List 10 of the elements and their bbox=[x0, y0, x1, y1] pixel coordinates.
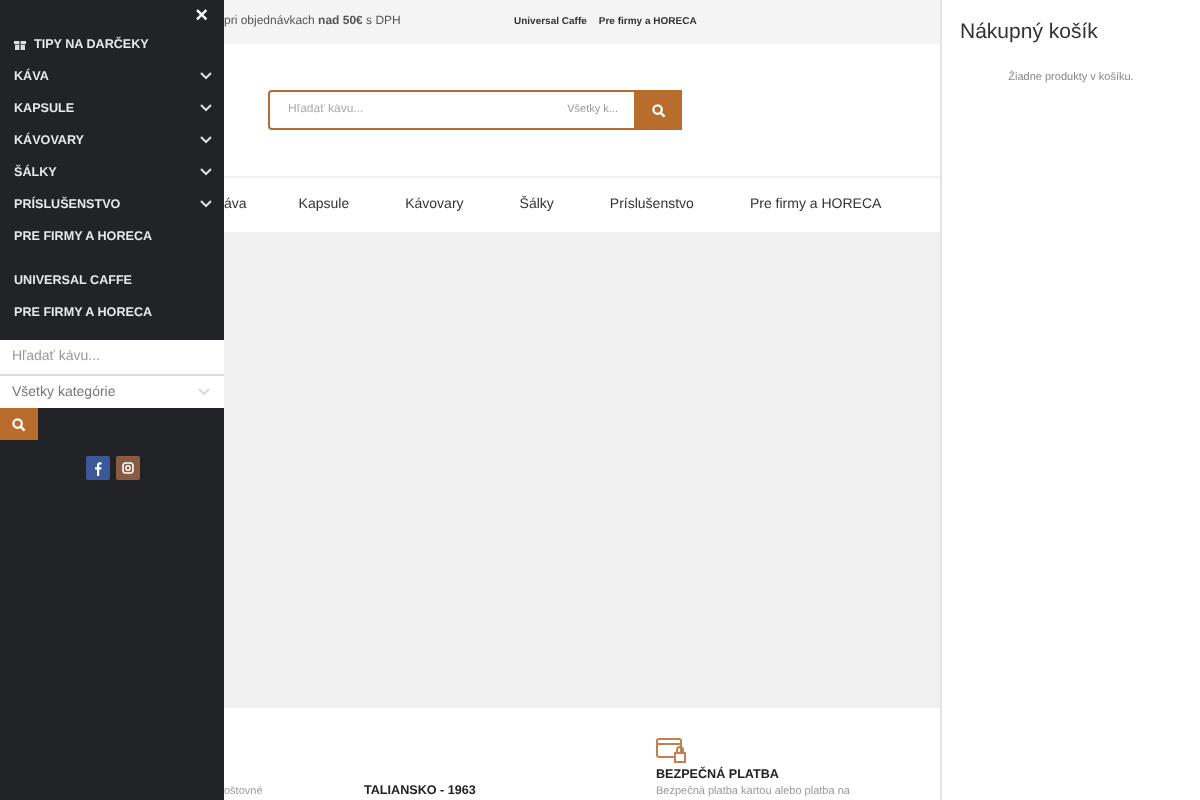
search-icon bbox=[12, 417, 26, 431]
search-button[interactable] bbox=[0, 408, 38, 440]
chevron-icon bbox=[198, 388, 210, 396]
close-button[interactable]: × bbox=[195, 4, 208, 28]
gift-icon bbox=[14, 38, 26, 50]
search-button[interactable] bbox=[634, 90, 682, 130]
instagram-icon[interactable] bbox=[115, 456, 139, 480]
search-icon bbox=[651, 103, 665, 117]
facebook-icon[interactable] bbox=[85, 456, 109, 480]
cart-title: Nákupný košík bbox=[960, 20, 1100, 44]
